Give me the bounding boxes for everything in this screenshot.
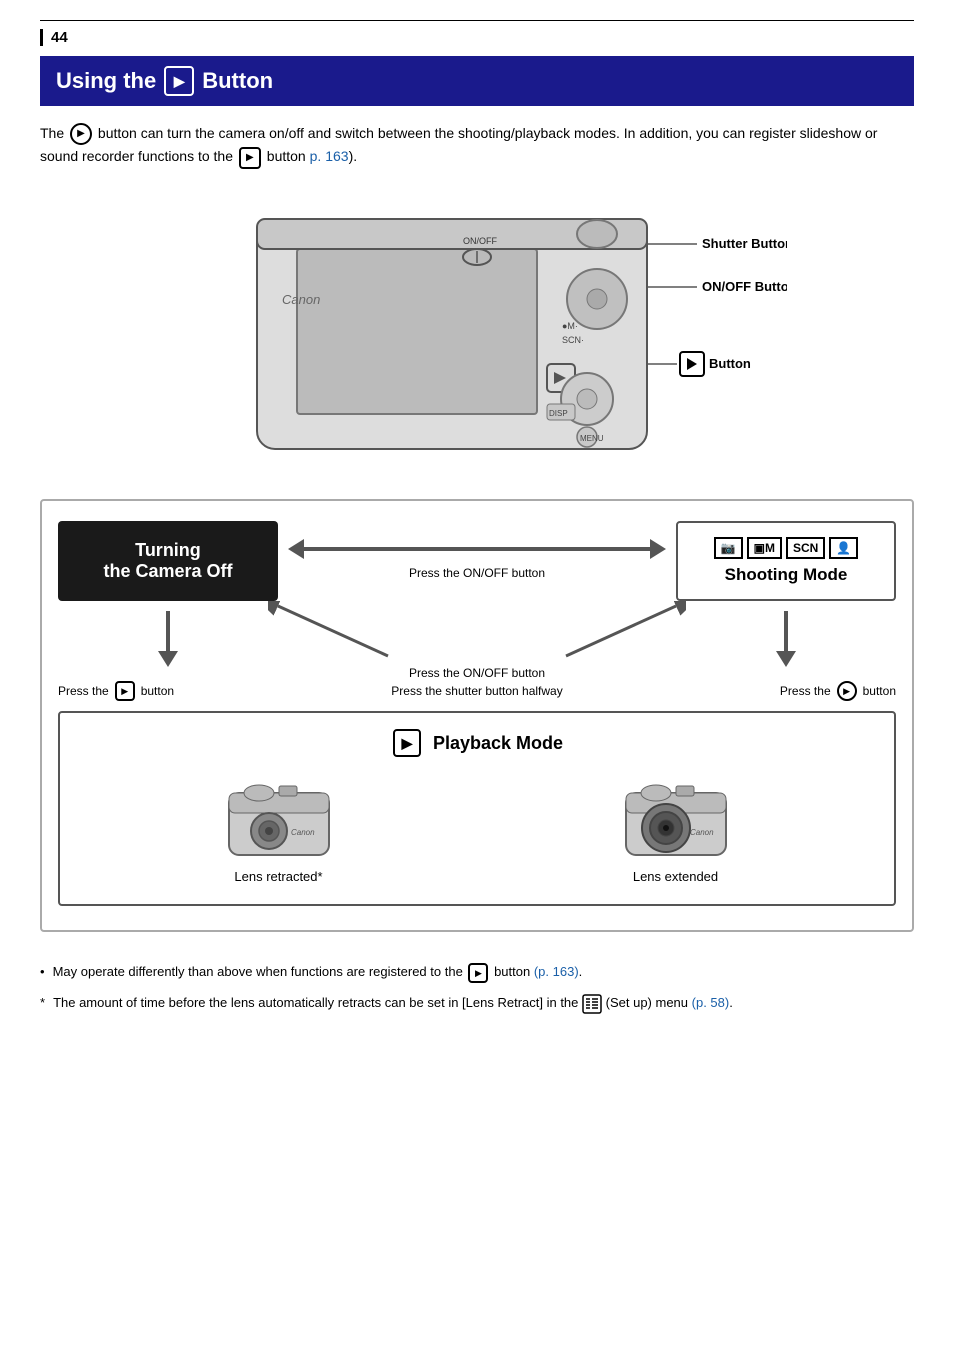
- play-icon-intro: ▶: [70, 123, 92, 145]
- note-1: • May operate differently than above whe…: [40, 962, 914, 983]
- page-number: 44: [40, 29, 914, 46]
- svg-text:DISP: DISP: [549, 409, 568, 418]
- note2-link[interactable]: (p. 58): [692, 995, 730, 1010]
- play-icon-inline2: ▶: [239, 147, 261, 169]
- camera-extended-svg: Canon: [616, 773, 736, 863]
- setup-icon: [582, 994, 602, 1014]
- shooting-mode-box: 📷 ▣M SCN 👤 Shooting Mode: [676, 521, 896, 601]
- press-onoff-label-bottom: Press the ON/OFF button: [409, 665, 545, 682]
- playback-mode-label: ▶ Playback Mode: [80, 729, 874, 757]
- intro-paragraph: The ▶ button can turn the camera on/off …: [40, 122, 914, 169]
- svg-text:Canon: Canon: [282, 292, 320, 307]
- svg-text:ON/OFF: ON/OFF: [463, 236, 497, 246]
- turning-off-box: Turning the Camera Off: [58, 521, 278, 601]
- lens-retracted-label: Lens retracted*: [234, 869, 322, 884]
- note1-play-icon: ▶: [468, 963, 488, 983]
- svg-text:Canon: Canon: [291, 828, 315, 837]
- lens-retracted-section: Canon Lens retracted*: [219, 773, 339, 884]
- title-text-using: Using the: [56, 68, 156, 94]
- title-text-button: Button: [202, 68, 273, 94]
- shooting-icons: 📷 ▣M SCN 👤: [714, 537, 859, 559]
- note-2: * The amount of time before the lens aut…: [40, 993, 914, 1014]
- intro-link[interactable]: p. 163: [310, 148, 349, 164]
- play-icon-title: ▶: [164, 66, 194, 96]
- svg-text:Button: Button: [709, 356, 751, 371]
- press-onoff-label-top: Press the ON/OFF button: [409, 565, 545, 582]
- note1-link[interactable]: (p. 163): [534, 964, 579, 979]
- svg-text:●M·: ●M·: [562, 321, 578, 331]
- flow-diagram: Turning the Camera Off Press the ON/OFF …: [40, 499, 914, 933]
- svg-text:MENU: MENU: [580, 434, 604, 443]
- svg-text:SCN·: SCN·: [562, 335, 584, 345]
- lens-extended-section: Canon Lens extended: [616, 773, 736, 884]
- lens-extended-label: Lens extended: [633, 869, 718, 884]
- camera-svg: Shutter Button ON/OFF Button Button Cano…: [167, 189, 787, 469]
- svg-text:Canon: Canon: [690, 828, 714, 837]
- camera-retracted-svg: Canon: [219, 773, 339, 863]
- svg-text:Shutter Button: Shutter Button: [702, 236, 787, 251]
- section-title-bar: Using the ▶ Button: [40, 56, 914, 106]
- svg-text:ON/OFF Button: ON/OFF Button: [702, 279, 787, 294]
- camera-diagram: Shutter Button ON/OFF Button Button Cano…: [40, 189, 914, 469]
- playback-section: ▶ Playback Mode: [58, 711, 896, 906]
- notes-section: • May operate differently than above whe…: [40, 962, 914, 1014]
